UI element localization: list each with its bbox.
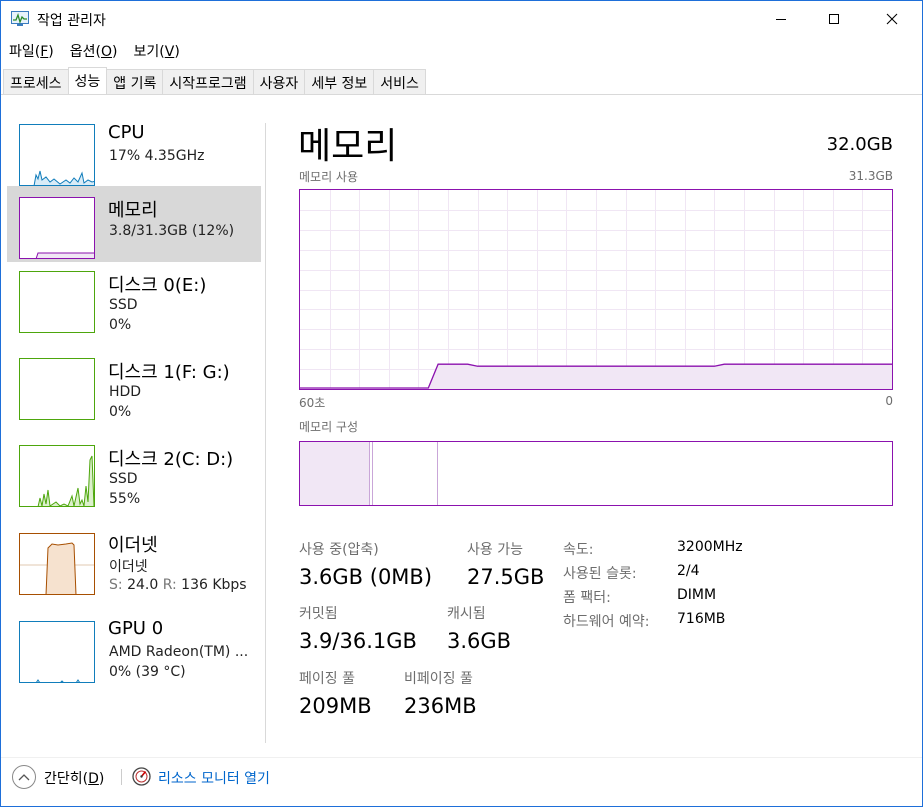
- tab-startup[interactable]: 시작프로그램: [162, 69, 254, 94]
- close-icon: [886, 13, 898, 25]
- sidebar-disk1-type: HDD: [109, 384, 142, 400]
- sidebar-disk1-usage: 0%: [109, 404, 132, 420]
- tab-divider: [1, 94, 922, 95]
- hardware-reserved-label: 하드웨어 예약:: [563, 614, 650, 630]
- fewer-details-toggle[interactable]: [12, 765, 36, 789]
- sidebar-item-disk-0[interactable]: 디스크 0(E:) SSD 0%: [7, 262, 261, 338]
- menu-bar: 파일(F) 옵션(O) 보기(V): [1, 39, 188, 63]
- open-resource-monitor-link[interactable]: 리소스 모니터 열기: [158, 768, 270, 788]
- sidebar-memory-usage: 3.8/31.3GB (12%): [109, 223, 235, 239]
- sidebar-disk1-name: 디스크 1(F: G:): [108, 362, 230, 383]
- menu-file[interactable]: 파일(F): [1, 39, 62, 63]
- tab-services[interactable]: 서비스: [373, 69, 426, 94]
- task-manager-window: 작업 관리자 파일(F) 옵션(O) 보기(V) 프로세스 성능 앱 기록 시작…: [0, 0, 923, 807]
- panel-divider: [265, 123, 266, 743]
- sidebar-disk2-type: SSD: [109, 471, 138, 487]
- usage-graph-max: 31.3GB: [848, 169, 893, 183]
- sidebar-ethernet-throughput: S: 24.0 R: 136 Kbps: [109, 577, 247, 593]
- sidebar-disk2-name: 디스크 2(C: D:): [108, 449, 234, 470]
- performance-sidebar: CPU 17% 4.35GHz 메모리 3.8/31.3GB (12%) 디스크…: [7, 99, 261, 744]
- paged-pool-label: 페이징 풀: [299, 671, 355, 687]
- tab-strip: 프로세스 성능 앱 기록 시작프로그램 사용자 세부 정보 서비스: [3, 67, 426, 94]
- sidebar-disk0-name: 디스크 0(E:): [108, 275, 207, 296]
- gpu-thumbnail-graph: [19, 621, 95, 683]
- sidebar-disk2-usage: 55%: [109, 491, 141, 507]
- sidebar-ethernet-adapter: 이더넷: [109, 559, 148, 575]
- sidebar-item-disk-1[interactable]: 디스크 1(F: G:) HDD 0%: [7, 349, 261, 425]
- sidebar-disk0-type: SSD: [109, 297, 138, 313]
- sidebar-cpu-name: CPU: [108, 122, 145, 143]
- title-bar[interactable]: 작업 관리자: [1, 1, 922, 37]
- cached-label: 캐시됨: [447, 606, 486, 622]
- sidebar-item-ethernet[interactable]: 이더넷 이더넷 S: 24.0 R: 136 Kbps: [7, 523, 261, 599]
- minimize-icon: [776, 19, 786, 20]
- paged-pool-value: 209MB: [299, 694, 372, 718]
- committed-label: 커밋됨: [299, 606, 338, 622]
- composition-graph-label: 메모리 구성: [299, 420, 359, 434]
- sidebar-gpu-name: GPU 0: [108, 618, 164, 639]
- maximize-button[interactable]: [811, 1, 857, 37]
- available-value: 27.5GB: [467, 565, 545, 589]
- tab-app-history[interactable]: 앱 기록: [106, 69, 164, 94]
- sidebar-item-gpu-0[interactable]: GPU 0 AMD Radeon(TM) ... 0% (39 °C): [7, 609, 261, 685]
- committed-value: 3.9/36.1GB: [299, 629, 417, 653]
- sidebar-disk0-usage: 0%: [109, 317, 132, 333]
- usage-graph-label: 메모리 사용: [299, 170, 359, 184]
- sidebar-item-memory[interactable]: 메모리 3.8/31.3GB (12%): [7, 186, 261, 262]
- cpu-thumbnail-graph: [19, 124, 95, 186]
- form-factor-label: 폼 팩터:: [563, 590, 611, 606]
- slots-used-value: 2/4: [677, 563, 700, 579]
- slots-used-label: 사용된 슬롯:: [563, 566, 637, 582]
- sidebar-item-cpu[interactable]: CPU 17% 4.35GHz: [7, 111, 261, 187]
- hardware-reserved-value: 716MB: [677, 611, 726, 627]
- usage-area: [300, 364, 892, 389]
- speed-label: 속도:: [563, 542, 594, 558]
- axis-left-label: 60초: [299, 396, 326, 410]
- memory-total: 32.0GB: [826, 134, 893, 155]
- page-title: 메모리: [298, 126, 398, 167]
- speed-value: 3200MHz: [677, 539, 743, 555]
- minimize-button[interactable]: [758, 1, 804, 37]
- nonpaged-pool-value: 236MB: [404, 694, 477, 718]
- disk2-thumbnail-graph: [19, 445, 95, 507]
- sidebar-gpu-model: AMD Radeon(TM) ...: [109, 644, 249, 660]
- form-factor-value: DIMM: [677, 587, 717, 603]
- ethernet-thumbnail-graph: [19, 533, 95, 595]
- menu-options[interactable]: 옵션(O): [62, 39, 126, 63]
- resource-monitor-icon[interactable]: [132, 767, 151, 786]
- memory-thumbnail-graph: [19, 197, 95, 259]
- close-button[interactable]: [869, 1, 915, 37]
- chevron-up-icon: [18, 774, 30, 781]
- footer-divider-line: [1, 757, 922, 758]
- disk1-thumbnail-graph: [19, 358, 95, 420]
- memory-usage-graph: [299, 189, 893, 390]
- axis-right-label: 0: [885, 394, 893, 408]
- composition-in-use: [300, 442, 369, 505]
- disk0-thumbnail-graph: [19, 271, 95, 333]
- sidebar-ethernet-name: 이더넷: [108, 535, 158, 556]
- in-use-value: 3.6GB (0MB): [299, 565, 433, 589]
- window-title: 작업 관리자: [37, 13, 106, 29]
- available-label: 사용 가능: [467, 542, 523, 558]
- fewer-details-button[interactable]: 간단히(D): [44, 768, 104, 788]
- in-use-label: 사용 중(압축): [299, 542, 379, 558]
- tab-users[interactable]: 사용자: [252, 69, 306, 94]
- sidebar-memory-name: 메모리: [108, 200, 158, 221]
- memory-composition-graph: [299, 441, 893, 506]
- nonpaged-pool-label: 비페이징 풀: [404, 671, 473, 687]
- task-manager-icon: [11, 11, 29, 27]
- sidebar-gpu-usage: 0% (39 °C): [109, 664, 186, 680]
- sidebar-item-disk-2[interactable]: 디스크 2(C: D:) SSD 55%: [7, 436, 261, 512]
- cached-value: 3.6GB: [447, 629, 512, 653]
- maximize-icon: [829, 14, 839, 24]
- tab-performance[interactable]: 성능: [67, 67, 108, 94]
- sidebar-cpu-usage: 17% 4.35GHz: [109, 148, 205, 164]
- menu-view[interactable]: 보기(V): [126, 39, 188, 63]
- tab-details[interactable]: 세부 정보: [304, 69, 375, 94]
- footer-separator: [121, 769, 122, 785]
- tab-processes[interactable]: 프로세스: [3, 69, 69, 94]
